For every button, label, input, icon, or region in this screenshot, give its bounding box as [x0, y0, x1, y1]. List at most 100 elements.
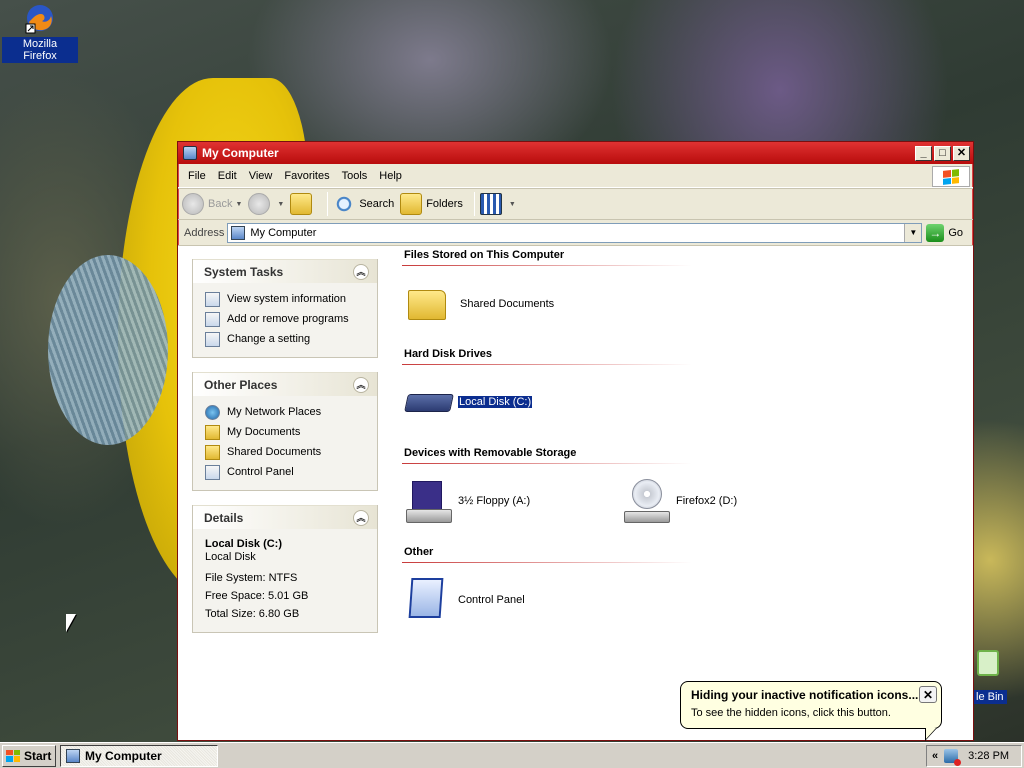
address-input[interactable]: My Computer ▼ [227, 222, 923, 243]
details-name: Local Disk (C:) [205, 538, 283, 550]
details-filesystem: File System: NTFS [205, 572, 298, 584]
windows-logo [932, 166, 970, 187]
place-label: Shared Documents [227, 446, 322, 458]
menu-edit[interactable]: Edit [212, 170, 243, 182]
show-hidden-icons-button[interactable]: « [932, 750, 938, 762]
balloon-message: To see the hidden icons, click this butt… [691, 707, 891, 719]
computer-icon [66, 748, 80, 763]
desktop-icon-recycle-bin[interactable]: le Bin [973, 650, 1024, 710]
start-button[interactable]: Start [2, 744, 56, 767]
back-dropdown-icon[interactable]: ▼ [235, 201, 242, 208]
maximize-button[interactable]: □ [934, 145, 951, 161]
title-bar[interactable]: My Computer _ □ ✕ [178, 142, 973, 164]
task-label: View system information [227, 293, 347, 305]
back-button[interactable]: Back ▼ [182, 193, 242, 215]
control-panel-icon [205, 464, 220, 480]
go-button[interactable]: → Go [926, 223, 963, 242]
details-header[interactable]: Details ︽ [193, 505, 377, 529]
details-body: Local Disk (C:) Local Disk File System: … [193, 529, 377, 632]
cd-drive-icon [624, 479, 670, 523]
task-label: Change a setting [227, 333, 311, 345]
item-shared-documents[interactable]: Shared Documents [408, 282, 554, 326]
system-info-icon [205, 291, 220, 307]
address-dropdown-button[interactable]: ▼ [904, 223, 922, 242]
item-label: Firefox2 (D:) [676, 495, 738, 507]
item-label: Local Disk (C:) [456, 395, 534, 409]
section-title: Hard Disk Drives [404, 348, 493, 360]
item-local-disk-c[interactable]: Local Disk (C:) [404, 380, 534, 424]
task-add-remove-programs[interactable]: Add or remove programs [205, 309, 369, 329]
task-label: My Computer [85, 748, 162, 763]
folders-label: Folders [426, 198, 463, 210]
folders-button[interactable]: Folders [400, 193, 463, 215]
menu-bar: File Edit View Favorites Tools Help [178, 164, 973, 188]
mouse-cursor-icon [66, 614, 76, 632]
clock[interactable]: 3:28 PM [968, 750, 1009, 762]
views-dropdown-icon[interactable]: ▼ [509, 201, 516, 208]
collapse-chevron-icon[interactable]: ︽ [353, 509, 369, 526]
notification-balloon[interactable]: Hiding your inactive notification icons.… [680, 681, 942, 741]
place-label: Control Panel [227, 466, 294, 478]
forward-arrow-icon [248, 193, 271, 215]
desktop-icon-firefox[interactable]: Mozilla Firefox [2, 2, 78, 63]
close-button[interactable]: ✕ [953, 145, 970, 161]
task-change-setting[interactable]: Change a setting [205, 329, 369, 349]
taskbar: Start My Computer « 3:28 PM [0, 742, 1024, 768]
system-tasks-list: View system information Add or remove pr… [193, 283, 377, 357]
place-control-panel[interactable]: Control Panel [205, 462, 369, 482]
balloon-title: Hiding your inactive notification icons.… [691, 688, 919, 702]
add-remove-icon [205, 311, 220, 327]
toolbar-separator [327, 192, 329, 216]
desktop-icon-label: le Bin [973, 690, 1007, 704]
menu-help[interactable]: Help [373, 170, 408, 182]
item-floppy-a[interactable]: 3½ Floppy (A:) [406, 479, 530, 523]
back-label: Back [208, 198, 233, 210]
section-title: Other [404, 546, 434, 558]
address-label: Address [184, 226, 225, 239]
folders-icon [400, 193, 423, 215]
place-network[interactable]: My Network Places [205, 402, 369, 422]
item-label: Shared Documents [460, 298, 555, 310]
system-tasks-panel: System Tasks ︽ View system information A… [192, 259, 378, 358]
system-tasks-header[interactable]: System Tasks ︽ [193, 259, 377, 283]
search-icon [333, 193, 356, 215]
address-bar: Address My Computer ▼ → Go [178, 220, 973, 246]
details-type: Local Disk [205, 551, 256, 563]
collapse-chevron-icon[interactable]: ︽ [353, 376, 369, 393]
other-places-header[interactable]: Other Places ︽ [193, 372, 377, 396]
menu-file[interactable]: File [182, 170, 212, 182]
go-arrow-icon: → [926, 223, 945, 242]
section-files-stored: Files Stored on This Computer [402, 249, 692, 266]
menu-favorites[interactable]: Favorites [278, 170, 335, 182]
content-pane: Files Stored on This Computer Shared Doc… [390, 246, 973, 740]
section-title: Files Stored on This Computer [404, 249, 565, 261]
item-label: Control Panel [458, 594, 525, 606]
place-my-documents[interactable]: My Documents [205, 422, 369, 442]
up-folder-button[interactable] [290, 193, 316, 215]
taskbar-button-my-computer[interactable]: My Computer [60, 744, 218, 767]
network-icon [205, 404, 220, 420]
item-label: 3½ Floppy (A:) [458, 495, 531, 507]
collapse-chevron-icon[interactable]: ︽ [353, 263, 369, 280]
network-status-icon[interactable] [944, 749, 962, 766]
search-button[interactable]: Search [333, 193, 394, 215]
menu-view[interactable]: View [243, 170, 279, 182]
wallpaper-fin [48, 255, 168, 445]
item-cd-drive-d[interactable]: Firefox2 (D:) [624, 479, 737, 523]
menu-tools[interactable]: Tools [336, 170, 374, 182]
minimize-button[interactable]: _ [915, 145, 932, 161]
folder-icon [205, 444, 220, 460]
place-shared-documents[interactable]: Shared Documents [205, 442, 369, 462]
task-view-system-info[interactable]: View system information [205, 289, 369, 309]
documents-icon [205, 424, 220, 440]
details-panel: Details ︽ Local Disk (C:) Local Disk Fil… [192, 505, 378, 633]
window-title: My Computer [202, 146, 279, 160]
folder-icon [408, 282, 454, 326]
balloon-close-button[interactable]: ✕ [919, 686, 937, 703]
forward-button[interactable]: ▼ [248, 193, 284, 215]
item-control-panel[interactable]: Control Panel [406, 578, 525, 622]
windows-flag-icon [943, 168, 959, 185]
go-label: Go [948, 226, 963, 239]
forward-dropdown-icon[interactable]: ▼ [277, 201, 284, 208]
views-button[interactable]: ▼ [479, 193, 516, 215]
